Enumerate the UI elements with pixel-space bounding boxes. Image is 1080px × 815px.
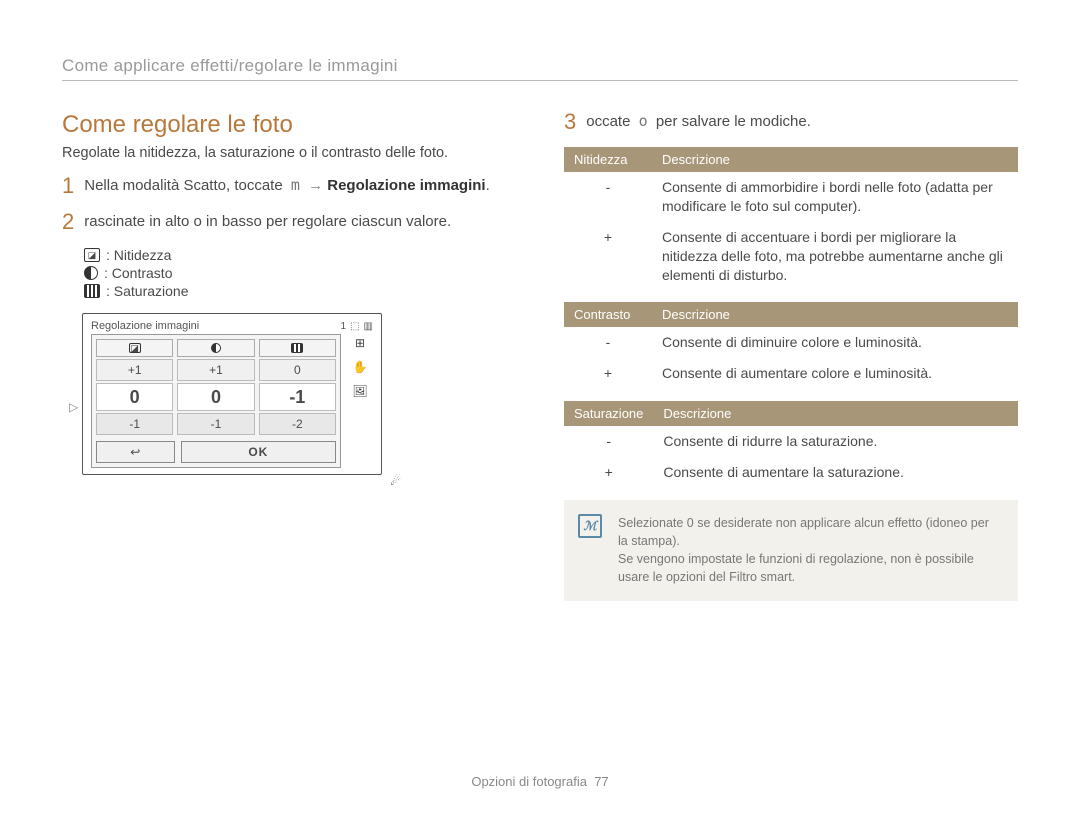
desc-sat-plus: Consente di aumentare la saturazione. [653,457,1018,488]
col-header-contrast [177,339,254,357]
step-2-text: rascinate in alto o in basso per regolar… [84,211,451,233]
battery-icon: ▥ [364,321,373,332]
label-contrasto: Contrasto [112,265,173,281]
saturation-icon [84,284,100,298]
desc-con-minus: Consente di diminuire colore e luminosit… [652,327,1018,358]
breadcrumb: Come applicare effetti/regolare le immag… [62,56,1018,81]
device-ok-button[interactable]: OK [181,441,336,463]
label-nitidezza: Nitidezza [114,247,172,263]
label-saturazione: Saturazione [114,283,189,299]
table-row: + Consente di aumentare la saturazione. [564,457,1018,488]
portrait-icon: ⬚ [350,321,359,332]
side-icon-0[interactable]: ⊞ [355,336,365,350]
cell-mid-1[interactable]: 0 [177,383,254,411]
step-number-2: 2 [62,211,74,233]
sym-sat-minus: - [564,426,653,457]
icon-item-contrasto: : Contrasto [84,265,516,281]
th-nitidezza: Nitidezza [564,147,652,172]
side-icon-1[interactable]: ✋ [353,360,368,374]
table-row: - Consente di ridurre la saturazione. [564,426,1018,457]
device-status-num: 1 [341,321,347,332]
note-line-2: Se vengono impostate le funzioni di rego… [618,550,1002,586]
intro-text: Regolate la nitidezza, la saturazione o … [62,145,516,161]
cell-top-0[interactable]: +1 [96,359,173,381]
device-back-button[interactable]: ↩ [96,441,175,463]
desc-nit-plus: Consente di accentuare i bordi per migli… [652,222,1018,291]
sym-con-plus: + [564,358,652,389]
col-header-sharpness: ◪ [96,339,173,357]
arrow-icon: → [308,177,323,194]
page-footer: Opzioni di fotografia 77 [0,774,1080,789]
note-line-1: Selezionate 0 se desiderate non applicar… [618,514,1002,550]
col-header-saturation [259,339,336,357]
step-number-3: 3 [564,111,576,133]
step-1-pre: Nella modalità Scatto, toccate [84,177,282,194]
step-1-bold: Regolazione immagini [327,177,485,194]
contrast-icon [84,266,98,280]
cell-bot-2[interactable]: -2 [259,413,336,435]
footer-page: 77 [594,774,608,789]
note-box: ℳ Selezionate 0 se desiderate non applic… [564,500,1018,601]
device-title: Regolazione immagini [91,320,341,332]
cell-top-1[interactable]: +1 [177,359,254,381]
sym-nit-plus: + [564,222,652,291]
table-row: - Consente di diminuire colore e luminos… [564,327,1018,358]
table-saturazione: Saturazione Descrizione - Consente di ri… [564,401,1018,488]
step-1-text: Nella modalità Scatto, toccate m → Regol… [84,175,490,197]
note-icon: ℳ [578,514,602,538]
camera-screen-preview: ▷ Regolazione immagini 1 ⬚ ▥ ◪ [82,313,382,475]
sym-nit-minus: - [564,172,652,222]
table-contrasto: Contrasto Descrizione - Consente di dimi… [564,302,1018,389]
step-1-post: . [486,177,490,194]
table-row: - Consente di ammorbidire i bordi nelle … [564,172,1018,222]
th-desc-1: Descrizione [652,147,1018,172]
table-row: + Consente di aumentare colore e luminos… [564,358,1018,389]
footer-label: Opzioni di fotografia [471,774,587,789]
page-title: Come regolare le foto [62,111,516,139]
desc-sat-minus: Consente di ridurre la saturazione. [653,426,1018,457]
cell-bot-0[interactable]: -1 [96,413,173,435]
step-3-pre: occate [586,113,630,130]
th-desc-3: Descrizione [653,401,1018,426]
table-row: + Consente di accentuare i bordi per mig… [564,222,1018,291]
th-contrasto: Contrasto [564,302,652,327]
step-3-text: occate o per salvare le modiche. [586,111,811,133]
desc-nit-minus: Consente di ammorbidire i bordi nelle fo… [652,172,1018,222]
menu-icon: m [287,175,304,196]
ok-inline-icon: o [635,111,652,132]
sharpness-icon: ◪ [84,248,100,262]
desc-con-plus: Consente di aumentare colore e luminosit… [652,358,1018,389]
th-saturazione: Saturazione [564,401,653,426]
sym-sat-plus: + [564,457,653,488]
icon-item-nitidezza: ◪ : Nitidezza [84,247,516,263]
sym-con-minus: - [564,327,652,358]
step-number-1: 1 [62,175,74,197]
cell-bot-1[interactable]: -1 [177,413,254,435]
cell-mid-0[interactable]: 0 [96,383,173,411]
flash-auto-icon: ☄ [390,474,401,488]
side-icon-2[interactable]: 🖼 [352,384,367,398]
cell-top-2[interactable]: 0 [259,359,336,381]
cell-mid-2[interactable]: -1 [259,383,336,411]
table-nitidezza: Nitidezza Descrizione - Consente di ammo… [564,147,1018,290]
icon-item-saturazione: : Saturazione [84,283,516,299]
th-desc-2: Descrizione [652,302,1018,327]
step-3-post: per salvare le modiche. [656,113,811,130]
pointer-icon: ▷ [69,400,78,414]
